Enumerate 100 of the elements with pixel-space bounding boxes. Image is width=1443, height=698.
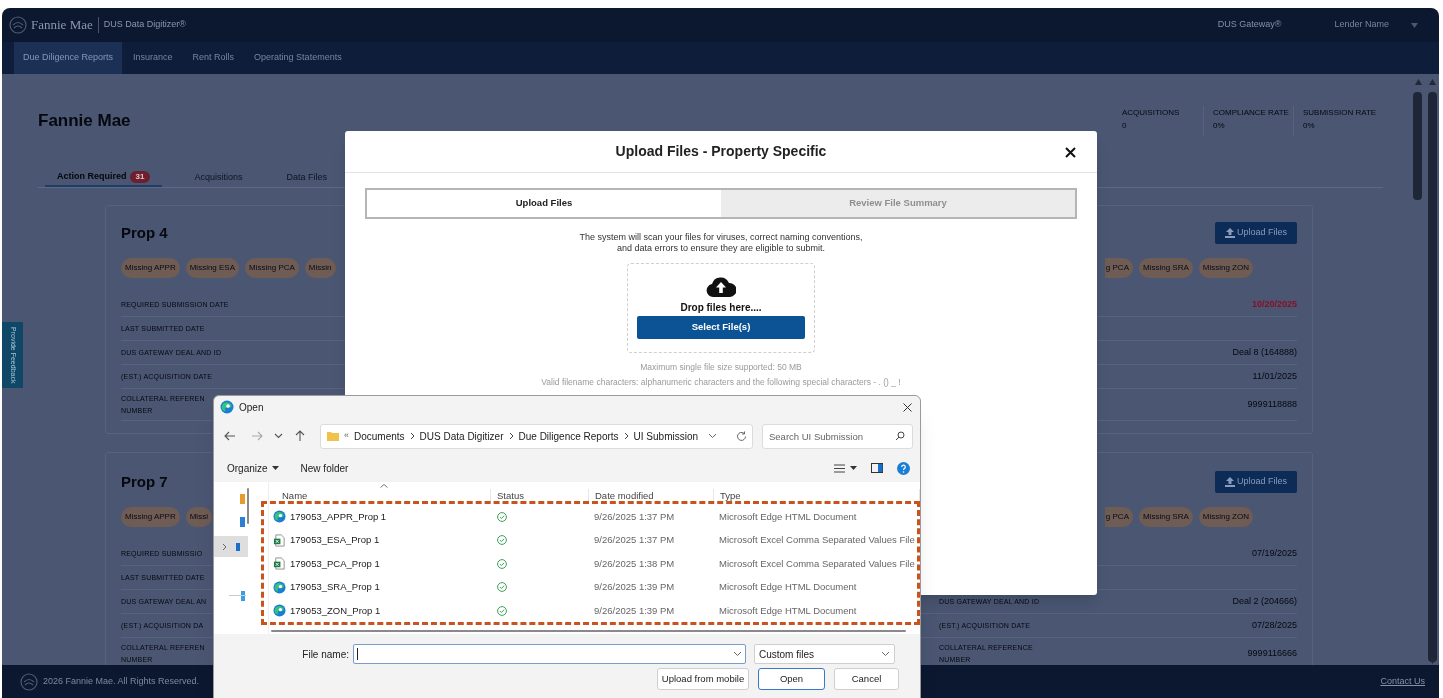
up-arrow-icon[interactable] <box>295 430 305 442</box>
dialog-button[interactable]: Upload from mobile <box>657 668 749 690</box>
caret-icon[interactable] <box>850 466 857 470</box>
file-name[interactable]: 179053_ZON_Prop 1 <box>290 603 381 618</box>
status-tag: Missing APPR <box>121 507 180 527</box>
list-view-icon[interactable] <box>834 463 845 473</box>
upload-icon <box>1225 228 1235 238</box>
count-badge: 31 <box>129 170 151 183</box>
browser-icon <box>220 400 234 414</box>
copyright-text: 2026 Fannie Mae. All Rights Reserved. <box>43 674 200 688</box>
stat-label: ACQUISITIONS <box>1122 107 1181 119</box>
drop-zone[interactable]: Drop files here.... Select File(s) <box>627 263 815 353</box>
status-tag: Missing APPR <box>121 258 180 278</box>
dialog-button[interactable]: Open <box>758 668 825 690</box>
thispc-icon[interactable] <box>241 591 245 601</box>
close-icon[interactable] <box>1065 147 1076 158</box>
close-icon[interactable] <box>903 402 912 412</box>
sort-caret-icon[interactable] <box>380 484 388 488</box>
file-type-dropdown[interactable]: Custom files <box>754 644 895 664</box>
file-name[interactable]: 179053_APPR_Prop 1 <box>290 509 387 524</box>
gateway-link[interactable]: DUS Gateway® <box>1217 18 1282 32</box>
select-files-button[interactable]: Select File(s) <box>637 316 805 339</box>
file-type: Microsoft Edge HTML Document <box>718 603 858 618</box>
preview-pane-icon[interactable] <box>871 463 883 473</box>
status-tag: Missing ZON <box>1198 507 1253 527</box>
file-name[interactable]: 179053_PCA_Prop 1 <box>290 556 380 571</box>
stat-label: SUBMISSION RATE <box>1303 107 1378 119</box>
help-icon[interactable] <box>897 461 910 475</box>
card-title: Prop 7 <box>121 471 168 492</box>
organize-menu[interactable]: Organize <box>227 460 279 476</box>
file-date: 9/26/2025 1:39 PM <box>593 603 676 618</box>
info-text: Valid filename characters: alphanumeric characters and the following special characters - . () _ ! <box>541 376 901 389</box>
field-value: 07/19/2025 <box>1251 546 1297 560</box>
folder-icon <box>327 431 339 441</box>
chevron-down-icon[interactable] <box>708 433 718 439</box>
file-date: 9/26/2025 1:39 PM <box>593 580 676 595</box>
user-menu[interactable]: Lender Name <box>1334 18 1389 32</box>
column-header[interactable]: Name <box>269 488 491 503</box>
nav-tab[interactable]: Operating Statements <box>245 42 351 74</box>
status-tag: Missing ESA <box>185 258 240 278</box>
file-type: Microsoft Edge HTML Document <box>718 580 858 595</box>
field-value: Deal 2 (204666) <box>1232 594 1297 608</box>
upload-button[interactable]: Upload Files <box>1215 222 1297 244</box>
nav-tab[interactable]: Due Diligence Reports <box>14 42 123 74</box>
column-header[interactable]: Date modified <box>589 488 714 503</box>
status-tag: Missi <box>185 507 212 527</box>
status-tag: Missin <box>304 258 336 278</box>
logo-icon <box>9 16 27 34</box>
scrollbar-thumb[interactable] <box>1413 92 1422 200</box>
file-name[interactable]: 179053_ESA_Prop 1 <box>290 533 380 548</box>
breadcrumb-item[interactable]: Due Diligence Reports <box>518 428 619 444</box>
file-name[interactable]: 179053_SRA_Prop 1 <box>290 580 380 595</box>
stat-value: 0% <box>1213 120 1226 132</box>
scrollbar-thumb[interactable] <box>1428 92 1437 662</box>
chevron-right-icon <box>222 542 227 551</box>
column-header[interactable]: Status <box>491 488 589 503</box>
scrollbar-thumb[interactable] <box>271 630 906 632</box>
nav-tab[interactable]: Rent Rolls <box>183 42 244 74</box>
window-title: Open <box>239 400 264 415</box>
field-value: 9999116666 <box>1247 646 1297 660</box>
status-tag: Missing PCA <box>245 258 299 278</box>
breadcrumb-item[interactable]: UI Submission <box>633 428 699 444</box>
upload-button[interactable]: Upload Files <box>1215 471 1297 493</box>
nav-tab[interactable]: Insurance <box>124 42 182 74</box>
info-text: Maximum single file size supported: 50 MB <box>640 361 802 374</box>
chevron-right-icon <box>508 432 514 440</box>
stat-value: 0% <box>1303 120 1316 132</box>
spreadsheet-icon <box>273 533 286 547</box>
forward-arrow-icon[interactable] <box>251 431 263 441</box>
dialog-button[interactable]: Cancel <box>834 668 899 690</box>
contact-link[interactable]: Contact Us <box>1380 674 1425 689</box>
card-title: Prop 4 <box>121 222 168 243</box>
field-value: 07/28/2025 <box>1251 618 1297 632</box>
tab[interactable]: Action Required 31 <box>45 168 163 187</box>
refresh-icon[interactable] <box>736 430 748 442</box>
nav-pane-item[interactable] <box>214 536 248 557</box>
new-folder-button[interactable]: New folder <box>300 460 349 476</box>
description-text: The system will scan your files for viruses, correct naming conventions, and data errors to ensure they are eligible to submit. <box>579 232 863 254</box>
column-header[interactable]: Type <box>714 488 920 503</box>
chevron-right-icon <box>409 432 415 440</box>
file-type: Microsoft Edge HTML Document <box>718 509 858 524</box>
breadcrumb-item[interactable]: DUS Data Digitizer <box>419 428 504 444</box>
browser-icon <box>273 580 286 594</box>
overflow-mark[interactable]: « <box>344 429 349 443</box>
caret-icon <box>271 466 279 470</box>
breadcrumb-item[interactable]: Documents <box>354 428 405 444</box>
scrollbar-thumb[interactable] <box>247 488 249 524</box>
file-date: 9/26/2025 1:37 PM <box>593 509 676 524</box>
chevron-right-icon <box>623 432 629 440</box>
back-arrow-icon[interactable] <box>224 431 236 441</box>
chevron-down-icon <box>881 651 890 657</box>
logo-icon <box>20 672 38 691</box>
chevron-down-icon[interactable] <box>274 433 283 439</box>
page-title: Fannie Mae <box>38 110 131 132</box>
file-name-field[interactable] <box>353 644 746 664</box>
search-icon <box>895 431 905 441</box>
search-field[interactable]: Search UI Submission <box>762 424 913 449</box>
browser-icon <box>273 510 286 524</box>
address-bar[interactable]: « Documents DUS Data Digitizer Due Diligence Reports UI Submission <box>320 423 753 449</box>
status-tag: Missing SRA <box>1138 258 1193 278</box>
